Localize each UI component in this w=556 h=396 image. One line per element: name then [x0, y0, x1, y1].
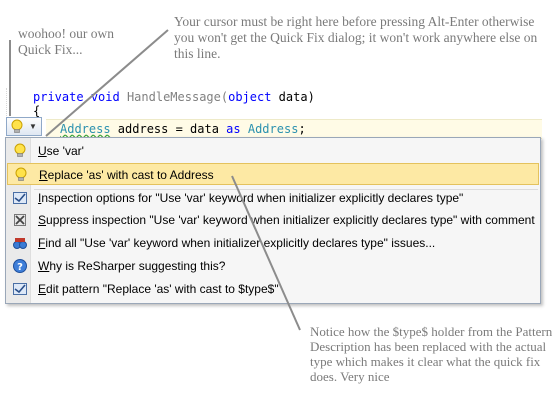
pointer-line-bottom — [231, 175, 301, 331]
annotation-arrows — [9, 29, 301, 331]
pointer-line-top — [45, 29, 169, 137]
